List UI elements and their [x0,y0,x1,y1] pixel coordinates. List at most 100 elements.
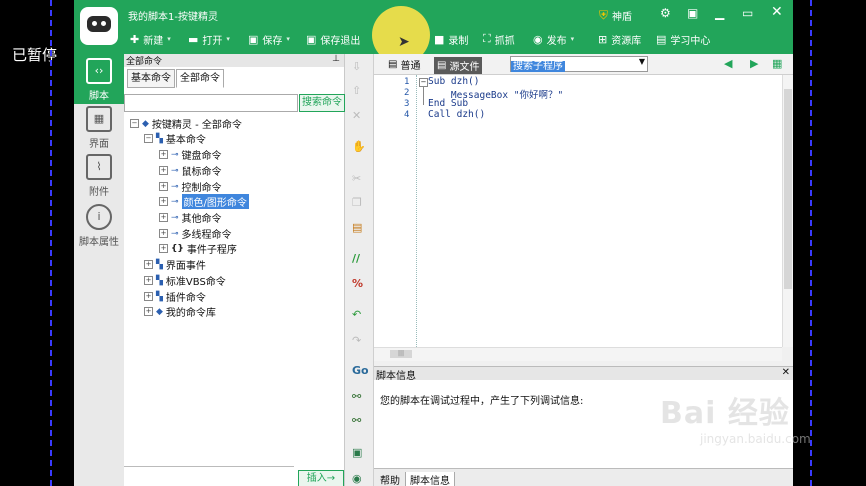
new-button[interactable]: ✚ 新建 ▾ [130,30,171,48]
open-button[interactable]: ▬ 打开 ▾ [188,30,230,48]
move-up-icon[interactable]: ⇧ [352,84,361,97]
capture-button[interactable]: ⛶ 抓抓 [483,30,515,48]
layout-icon[interactable]: ▦ [772,57,782,70]
line-number: 4 [404,110,410,120]
learn-center-button[interactable]: ▤ 学习中心 [656,30,710,48]
uncomment-icon[interactable]: % [352,277,363,290]
source-icon: ▤ [437,60,447,71]
tree-multithread[interactable]: + ⊸ 多线程命令 [159,226,232,241]
line-gutter: 1 2 3 4 [374,75,417,347]
scroll-thumb[interactable] [784,89,792,289]
paste-icon[interactable]: ▤ [352,221,362,234]
tree-color[interactable]: + ⊸ 颜色/图形命令 [159,194,249,209]
settings-icon[interactable]: ⚙ [660,6,671,20]
tree-plugin[interactable]: + ▚ 插件命令 [144,289,206,304]
publish-button[interactable]: ◉ 发布 ▾ [533,30,574,48]
horizontal-scrollbar[interactable]: ||| [374,347,782,361]
copy-icon[interactable]: ❐ [352,196,362,209]
prev-arrow-icon[interactable]: ◀ [724,57,732,70]
dashed-guide-left [50,0,52,486]
code-line: Sub dzh() [428,76,480,87]
fold-toggle[interactable]: − [419,78,428,87]
plus-box-icon: ⊞ [598,32,608,46]
redo-icon[interactable]: ↷ [352,334,361,347]
code-line: End Sub [428,98,469,109]
tab-normal-view[interactable]: ▤ 普通 [388,57,420,72]
code-editor[interactable]: 1 2 3 4 − Sub dzh() MessageBox "你好啊？" En… [374,75,782,347]
books-icon: ◆ [142,118,149,129]
window-icon[interactable]: ▣ [352,446,362,459]
tab-all-commands[interactable]: 全部命令 [176,69,224,88]
line-number: 3 [404,99,410,109]
key-icon: ⊸ [171,165,179,176]
robot-logo-icon [80,7,118,45]
tab-script-info[interactable]: 脚本信息 [405,472,455,486]
nav-ui[interactable]: ▦ 界面 [74,106,124,150]
insert-button[interactable]: 插入→ [298,470,344,486]
resource-button[interactable]: ⊞ 资源库 [598,30,641,48]
tree-root[interactable]: − ◆ 按键精灵 - 全部命令 [130,116,242,131]
undo-icon[interactable]: ↶ [352,308,361,321]
fold-line [423,87,424,105]
key-icon: ⊸ [171,212,179,223]
info-panel-header: 脚本信息 ✕ [374,366,793,382]
close-button[interactable]: ✕ [771,4,783,20]
tree-event[interactable]: +{} 事件子程序 [159,241,237,256]
tree-mylib[interactable]: + ◆ 我的命令库 [144,304,216,319]
editor-toolbar: ▤ 普通 ▤ 源文件 搜索子程序 ▼ ◀ ▶ ▦ [374,54,793,75]
tree-keyboard[interactable]: + ⊸ 键盘命令 [159,147,222,162]
tree-basic[interactable]: − ▚ 基本命令 [144,131,206,146]
replace-icon[interactable]: ⚯ [352,414,361,427]
tab-basic-commands[interactable]: 基本命令 [127,69,175,88]
hand-icon[interactable]: ✋ [352,140,366,153]
maximize-button[interactable]: ▭ [742,6,753,20]
tree-mouse[interactable]: + ⊸ 鼠标命令 [159,163,222,178]
tree-control[interactable]: + ⊸ 控制命令 [159,179,222,194]
group-icon: ▚ [156,275,163,286]
doc-icon: ▤ [388,59,398,70]
close-icon[interactable]: ✕ [782,367,790,378]
tab-source-view[interactable]: ▤ 源文件 [434,57,483,74]
save-button[interactable]: ▣ 保存 ▾ [248,30,290,48]
tree-other[interactable]: + ⊸ 其他命令 [159,210,222,225]
key-icon: ⊸ [171,149,179,160]
tree-ui-event[interactable]: + ▚ 界面事件 [144,257,206,272]
books-icon: ◆ [156,306,163,317]
tree-vbs[interactable]: + ▚ 标准VBS命令 [144,273,226,288]
comment-icon[interactable]: // [352,252,360,265]
next-arrow-icon[interactable]: ▶ [750,57,758,70]
code-line: Call dzh() [428,109,486,120]
search-input[interactable] [124,94,298,112]
info-tabs: 帮助 脚本信息 [374,468,793,486]
pin-icon[interactable]: ⊥ [332,54,340,64]
search-command-button[interactable]: 搜索命令 [299,94,345,112]
move-down-icon[interactable]: ⇩ [352,60,361,73]
record-button[interactable]: ■ 录制 [434,30,468,48]
skin-icon[interactable]: ▣ [687,6,698,20]
group-icon: ▚ [156,133,163,144]
plus-icon: ✚ [130,32,140,46]
publish-icon: ◉ [533,32,543,46]
group-icon: ▚ [156,259,163,270]
scroll-thumb[interactable]: ||| [390,350,412,358]
user-badge[interactable]: ⛨ 神盾 [599,8,632,23]
find-icon[interactable]: ⚯ [352,390,361,403]
nav-props[interactable]: i 脚本属性 [74,204,124,248]
key-icon: ⊸ [171,228,179,239]
nav-attach[interactable]: ⌇ 附件 [74,154,124,198]
grid-icon: ▦ [86,106,112,132]
vertical-scrollbar[interactable] [782,75,793,347]
key-icon: ⊸ [171,181,179,192]
minimize-button[interactable]: ▁ [715,6,724,20]
save-exit-button[interactable]: ▣ 保存退出 [306,30,360,48]
tab-help[interactable]: 帮助 [376,472,404,486]
cut-icon[interactable]: ✂ [352,172,361,185]
nav-script[interactable]: ‹› 脚本 [74,54,124,104]
window-title: 我的脚本1-按键精灵 [128,12,218,23]
folder-icon: ▬ [188,32,199,46]
video-icon: ■ [434,32,445,46]
delete-icon[interactable]: ✕ [352,109,361,122]
eye-icon[interactable]: ◉ [352,472,362,485]
goto-icon[interactable]: Go [352,364,369,377]
procedure-select[interactable]: 搜索子程序 ▼ [510,56,648,72]
